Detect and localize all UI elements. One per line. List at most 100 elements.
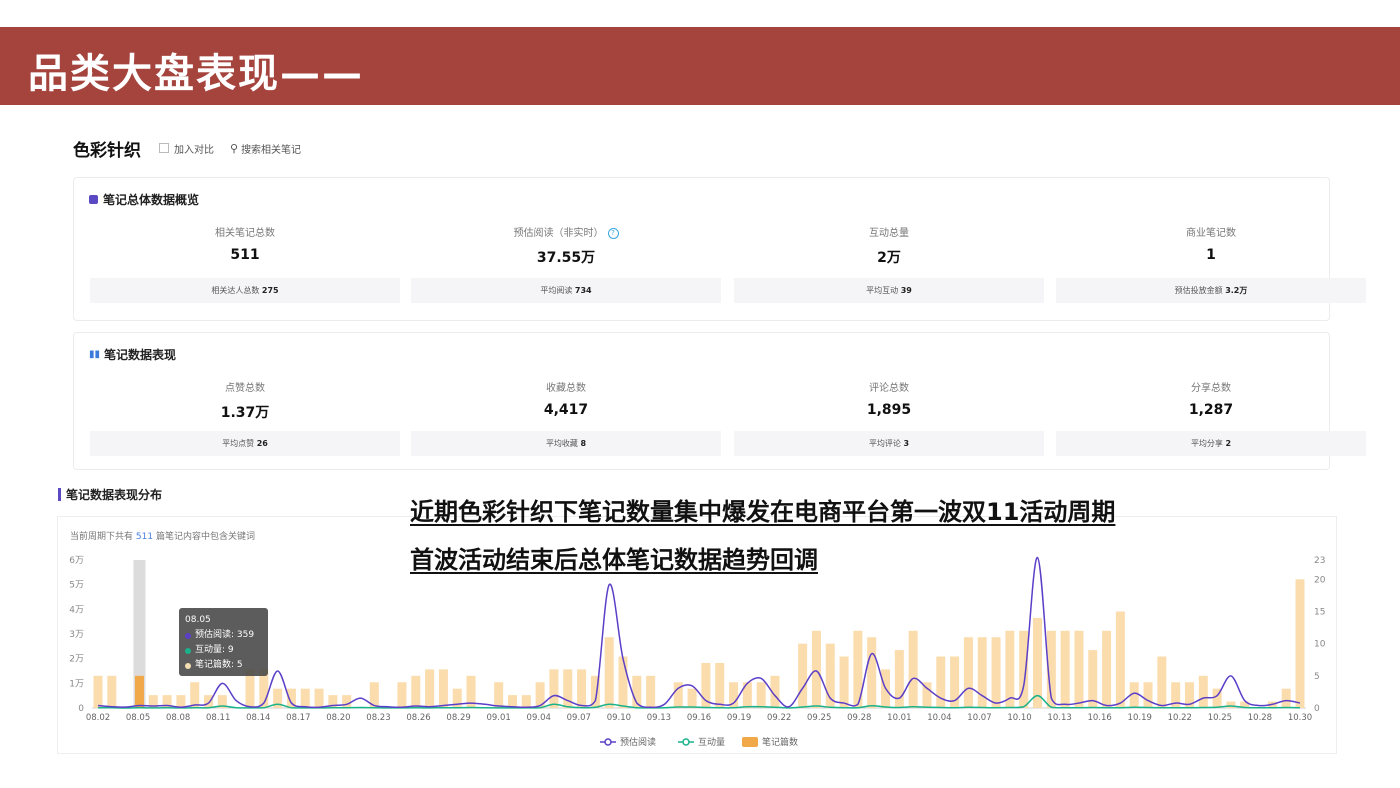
note-suffix: 篇笔记内容中包含关键词 bbox=[155, 532, 255, 542]
y-left-tick-label: 5万 bbox=[69, 581, 84, 591]
x-tick-label: 08.29 bbox=[446, 713, 470, 723]
section-marker bbox=[58, 488, 61, 501]
metric-label: 分享总数 bbox=[1191, 383, 1231, 394]
x-tick-label: 08.02 bbox=[86, 713, 110, 723]
x-tick-label: 08.05 bbox=[126, 713, 150, 723]
x-tick-label: 10.13 bbox=[1047, 713, 1071, 723]
chart-tooltip: 08.05 预估阅读: 359 互动量: 9 笔记篇数: 5 bbox=[179, 608, 268, 676]
bar-note-count bbox=[190, 682, 200, 708]
metric-value: 1,895 bbox=[866, 402, 912, 418]
metric-value: 37.55万 bbox=[536, 250, 596, 266]
tooltip-row: 互动量: 9 bbox=[185, 643, 262, 658]
metric-sub-label: 平均分享 bbox=[1190, 439, 1223, 448]
tooltip-row-value: 359 bbox=[236, 630, 255, 640]
book-icon bbox=[89, 195, 98, 204]
bar-note-count bbox=[1074, 630, 1084, 708]
metric-sub-value: 275 bbox=[261, 286, 279, 295]
bar-note-count bbox=[521, 695, 531, 708]
legend-dot-icon bbox=[185, 662, 191, 669]
bar-note-count bbox=[936, 656, 946, 708]
y-left-tick-label: 4万 bbox=[69, 605, 84, 615]
bar-note-count bbox=[93, 675, 103, 708]
x-tick-label: 10.19 bbox=[1128, 713, 1152, 723]
bar-note-count bbox=[1281, 688, 1291, 708]
metric-sub: 平均阅读 734 bbox=[411, 278, 721, 303]
search-notes-link[interactable]: 搜索相关笔记 bbox=[241, 141, 301, 156]
bar-note-count bbox=[811, 630, 821, 708]
metric-sub: 平均分享 2 bbox=[1056, 431, 1366, 456]
metric-collects: 收藏总数 4,417 平均收藏 8 bbox=[411, 379, 721, 456]
metric-sub-value: 734 bbox=[574, 286, 592, 295]
metric-shares: 分享总数 1,287 平均分享 2 bbox=[1056, 379, 1366, 456]
metric-label: 收藏总数 bbox=[546, 383, 586, 394]
x-tick-label: 09.01 bbox=[486, 713, 510, 723]
y-left-tick-label: 2万 bbox=[69, 655, 84, 665]
bar-note-count bbox=[134, 675, 144, 708]
bar-note-count bbox=[107, 675, 117, 708]
distribution-note: 当前周期下共有 511 篇笔记内容中包含关键词 bbox=[70, 529, 255, 542]
metric-sub-label: 预估投放金额 bbox=[1174, 286, 1223, 295]
bar-note-count bbox=[1005, 630, 1015, 708]
metric-value: 1.37万 bbox=[220, 405, 270, 421]
y-left-tick-label: 6万 bbox=[69, 556, 84, 566]
note-prefix: 当前周期下共有 bbox=[70, 532, 134, 542]
metric-comments: 评论总数 1,895 平均评论 3 bbox=[734, 379, 1044, 456]
bar-note-count bbox=[1226, 701, 1236, 708]
help-icon[interactable]: ? bbox=[607, 227, 619, 239]
bar-note-count bbox=[1198, 675, 1208, 708]
metric-sub-label: 相关达人总数 bbox=[211, 286, 260, 295]
tooltip-row-value: 9 bbox=[227, 645, 234, 655]
bar-note-count bbox=[604, 637, 614, 708]
bar-note-count bbox=[438, 669, 448, 708]
metric-total-notes: 相关笔记总数 511 相关达人总数 275 bbox=[90, 224, 400, 303]
metric-sub-value: 3.2万 bbox=[1225, 286, 1248, 295]
metric-sub: 平均点赞 26 bbox=[90, 431, 400, 456]
x-tick-label: 09.16 bbox=[687, 713, 711, 723]
compare-checkbox[interactable] bbox=[159, 143, 169, 153]
y-right-tick-label: 23 bbox=[1314, 556, 1325, 566]
legend-label: 互动量 bbox=[698, 737, 725, 748]
x-tick-label: 09.25 bbox=[807, 713, 831, 723]
bar-note-count bbox=[204, 695, 214, 708]
bar-note-count bbox=[300, 688, 310, 708]
y-left-tick-label: 0 bbox=[78, 704, 84, 714]
x-tick-label: 09.04 bbox=[527, 713, 551, 723]
tooltip-row-value: 5 bbox=[236, 660, 243, 670]
bar-note-count bbox=[715, 662, 725, 708]
performance-title-text: 笔记数据表现 bbox=[104, 348, 177, 362]
bar-note-count bbox=[1157, 656, 1167, 708]
compare-label[interactable]: 加入对比 bbox=[174, 141, 214, 156]
y-right-tick-label: 15 bbox=[1314, 607, 1325, 617]
metric-sub-label: 平均阅读 bbox=[540, 286, 573, 295]
x-tick-label: 09.19 bbox=[727, 713, 751, 723]
legend-bar-icon bbox=[742, 737, 758, 747]
bar-note-count bbox=[397, 682, 407, 708]
bar-note-count bbox=[1060, 630, 1070, 708]
y-right-tick-label: 20 bbox=[1314, 575, 1326, 585]
distribution-title-text: 笔记数据表现分布 bbox=[66, 488, 163, 502]
annotation-line-1: 近期色彩针织下笔记数量集中爆发在电商平台第一波双11活动周期 bbox=[410, 498, 1116, 526]
x-tick-label: 10.10 bbox=[1007, 713, 1031, 723]
bar-note-count bbox=[646, 675, 656, 708]
bar-note-count bbox=[963, 637, 973, 708]
performance-title: ▮▮ 笔记数据表现 bbox=[89, 346, 176, 363]
y-right-tick-label: 0 bbox=[1314, 704, 1320, 714]
search-icon[interactable]: ⚲ bbox=[230, 142, 238, 155]
x-tick-label: 10.16 bbox=[1087, 713, 1111, 723]
category-title: 色彩针织 bbox=[73, 140, 141, 161]
bar-note-count bbox=[549, 669, 559, 708]
annotation-line-2: 首波活动结束后总体笔记数据趋势回调 bbox=[410, 546, 818, 574]
metric-label: 互动总量 bbox=[869, 228, 909, 239]
legend-dot-icon bbox=[185, 632, 191, 639]
bar-note-count bbox=[176, 695, 186, 708]
bar-note-count bbox=[577, 669, 587, 708]
bar-note-count bbox=[991, 637, 1001, 708]
page-title: 品类大盘表现—— bbox=[28, 51, 364, 97]
x-tick-label: 10.01 bbox=[887, 713, 911, 723]
overview-title: 笔记总体数据概览 bbox=[89, 191, 199, 208]
x-tick-label: 08.26 bbox=[406, 713, 430, 723]
note-count: 511 bbox=[135, 532, 154, 542]
x-tick-label: 08.14 bbox=[246, 713, 270, 723]
metric-sub-label: 平均点赞 bbox=[222, 439, 255, 448]
x-tick-label: 08.08 bbox=[166, 713, 190, 723]
